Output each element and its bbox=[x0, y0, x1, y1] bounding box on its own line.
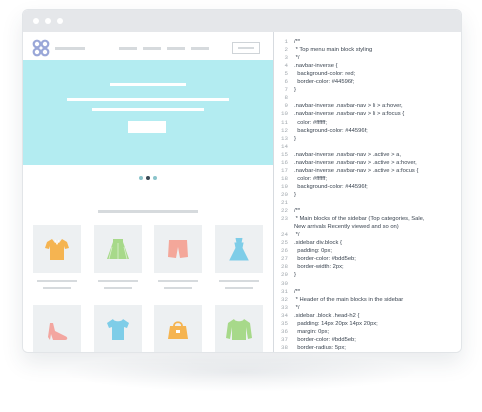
code-line: border-radius: 5px; bbox=[294, 344, 346, 351]
hero-subtitle-placeholder bbox=[67, 98, 229, 101]
product-card[interactable] bbox=[94, 225, 142, 273]
product-price-placeholder bbox=[104, 287, 132, 289]
hero-subtitle-placeholder-2 bbox=[92, 108, 204, 111]
code-line: } bbox=[294, 135, 296, 142]
slider-dot-2[interactable] bbox=[146, 176, 150, 180]
window-titlebar bbox=[23, 10, 461, 32]
app-window: 1/** 2 * Top menu main block styling 3 */4… bbox=[22, 9, 462, 353]
product-card[interactable] bbox=[215, 305, 263, 352]
t-shirt-icon bbox=[107, 319, 129, 340]
product-name-placeholder bbox=[37, 280, 77, 282]
site-name-placeholder bbox=[55, 47, 85, 50]
product-price-placeholder bbox=[225, 287, 253, 289]
window-shadow bbox=[60, 352, 420, 392]
flower-logo-icon[interactable] bbox=[32, 39, 50, 57]
minimize-button[interactable] bbox=[45, 18, 51, 24]
code-line: border-width: 2px; bbox=[294, 264, 344, 271]
hero-cta-button[interactable] bbox=[128, 121, 166, 133]
product-card[interactable] bbox=[154, 225, 202, 273]
code-line: background-color: #44596f; bbox=[294, 127, 368, 134]
hero-banner bbox=[23, 60, 273, 180]
product-name-placeholder bbox=[158, 280, 198, 282]
nav-item-1[interactable] bbox=[119, 47, 137, 50]
nav-item-2[interactable] bbox=[143, 47, 161, 50]
product-card[interactable] bbox=[94, 305, 142, 352]
section-title-placeholder bbox=[98, 210, 198, 213]
product-name-placeholder bbox=[98, 280, 138, 282]
skirt-icon bbox=[107, 239, 129, 260]
maximize-button[interactable] bbox=[57, 18, 63, 24]
nav-item-4[interactable] bbox=[191, 47, 209, 50]
line-number: 23 bbox=[281, 215, 288, 223]
code-line: background-color: #44596f; bbox=[294, 183, 368, 190]
nav-item-3[interactable] bbox=[167, 47, 185, 50]
product-card[interactable] bbox=[154, 305, 202, 352]
code-line: border-color: #44596f; bbox=[294, 79, 355, 86]
code-line: * Top menu main block styling bbox=[294, 47, 373, 54]
code-line: } bbox=[294, 87, 296, 94]
product-price-placeholder bbox=[164, 287, 192, 289]
website-preview bbox=[23, 32, 273, 352]
code-line: } bbox=[294, 272, 296, 279]
hero-title-placeholder bbox=[110, 83, 186, 86]
product-card[interactable] bbox=[33, 225, 81, 273]
product-card[interactable] bbox=[215, 225, 263, 273]
code-line: New arrivals Recently viewed and so on) bbox=[294, 224, 399, 231]
css-code-editor[interactable]: 1/** 2 * Top menu main block styling 3 */4… bbox=[274, 32, 461, 352]
code-line: * Header of the main blocks in the sideb… bbox=[294, 296, 404, 303]
high-heel-icon bbox=[48, 323, 68, 340]
shorts-icon bbox=[168, 240, 188, 258]
sweater-icon bbox=[226, 319, 252, 340]
product-card[interactable] bbox=[33, 305, 81, 352]
close-button[interactable] bbox=[33, 18, 39, 24]
polo-shirt-icon bbox=[45, 239, 69, 260]
header-button[interactable] bbox=[232, 42, 260, 54]
handbag-icon bbox=[168, 321, 188, 339]
line-number: 38 bbox=[281, 343, 288, 351]
slider-dot-1[interactable] bbox=[139, 176, 143, 180]
code-line: } bbox=[294, 191, 296, 198]
product-price-placeholder bbox=[43, 287, 71, 289]
dress-icon bbox=[229, 237, 249, 261]
slider-dot-3[interactable] bbox=[153, 176, 157, 180]
product-name-placeholder bbox=[219, 280, 259, 282]
